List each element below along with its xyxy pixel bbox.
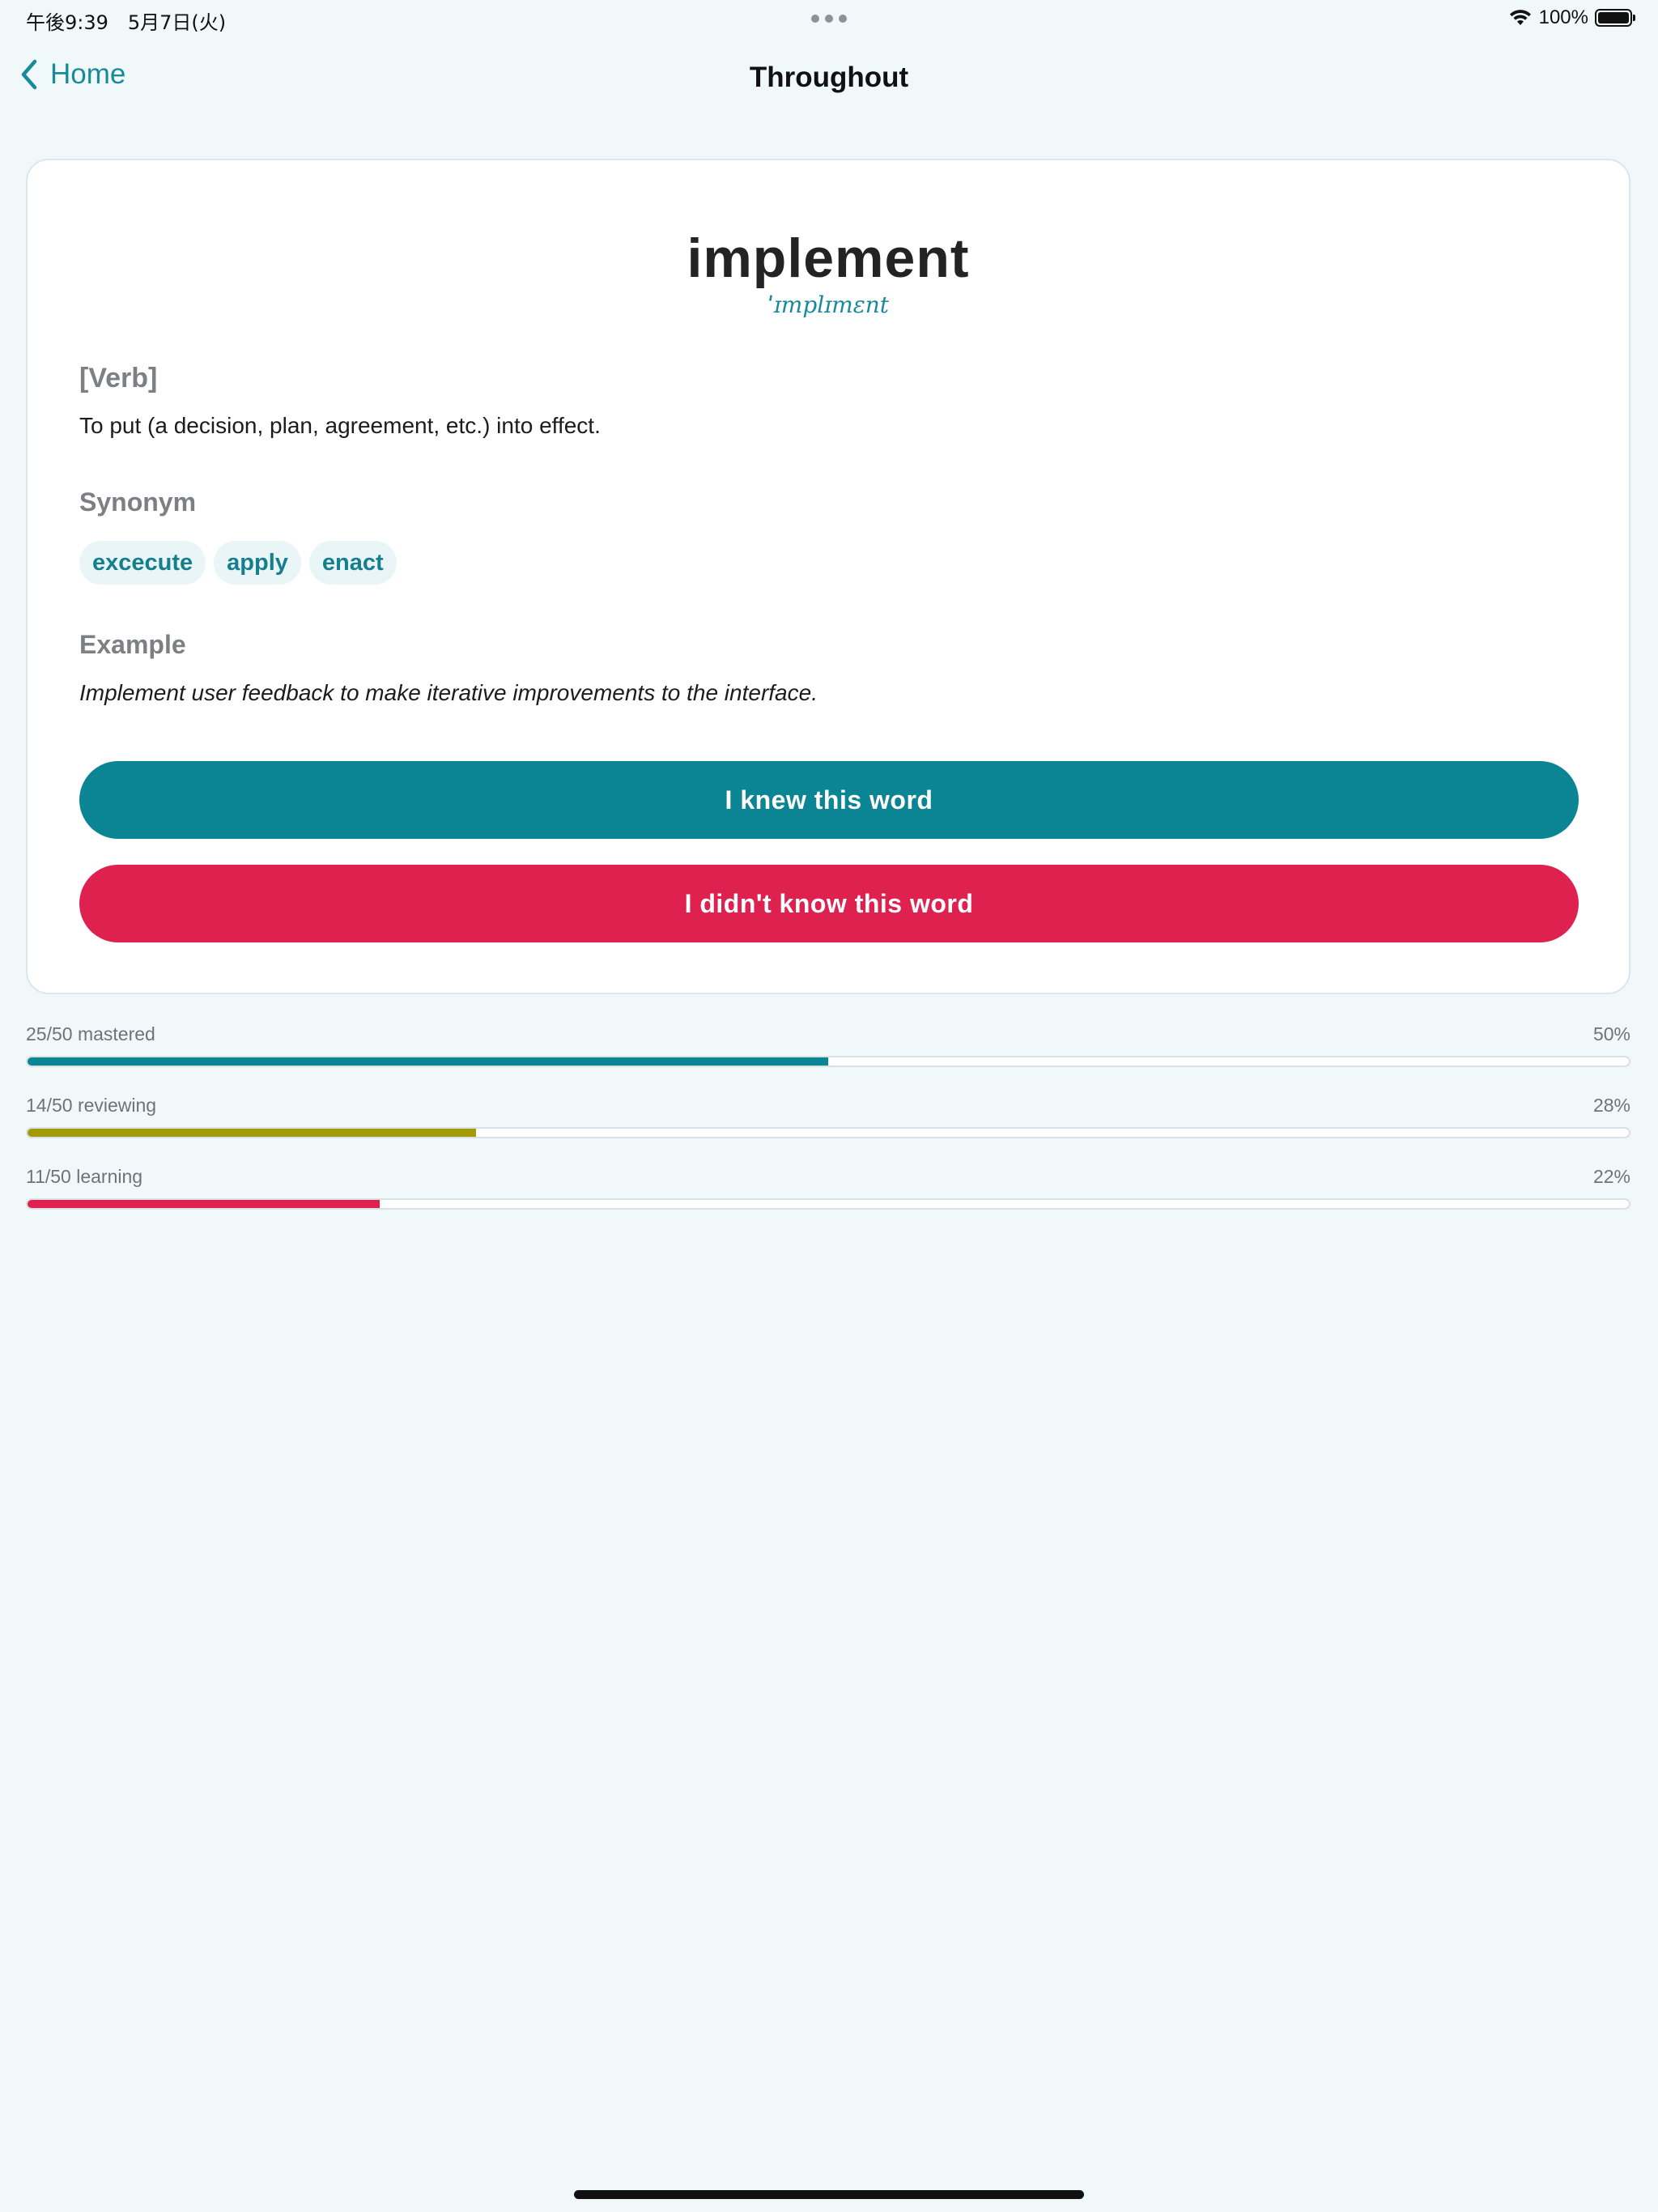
status-right: 100%	[1508, 6, 1635, 29]
status-time: 午後9:39 5月7日(火)	[26, 11, 227, 34]
progress-reviewing: 14/50 reviewing 28%	[26, 1093, 1630, 1138]
synonym-heading: Synonym	[79, 487, 197, 517]
progress-track	[26, 1127, 1630, 1138]
progress-percent: 28%	[1592, 1095, 1630, 1116]
progress-percent: 50%	[1592, 1023, 1630, 1044]
wifi-icon	[1509, 10, 1531, 25]
page-title: Throughout	[749, 62, 909, 93]
battery-icon	[1595, 9, 1635, 27]
synonym-chip[interactable]: excecute	[79, 541, 206, 585]
didnt-know-word-button[interactable]: I didn't know this word	[79, 865, 1579, 942]
status-bar: 午後9:39 5月7日(火) 100%	[0, 0, 1658, 40]
progress-label: 25/50 mastered	[26, 1023, 155, 1044]
example-heading: Example	[79, 630, 186, 659]
synonym-chips: excecute apply enact	[79, 541, 397, 585]
home-indicator[interactable]	[574, 2190, 1084, 2199]
multitasking-dots-icon[interactable]	[811, 15, 847, 23]
progress-track	[26, 1198, 1630, 1210]
definition-text: To put (a decision, plan, agreement, etc…	[79, 413, 601, 438]
progress-percent: 22%	[1592, 1166, 1630, 1187]
progress-mastered: 25/50 mastered 50%	[26, 1022, 1630, 1067]
battery-percent: 100%	[1538, 6, 1588, 28]
progress-learning: 11/50 learning 22%	[26, 1164, 1630, 1210]
progress-fill	[28, 1057, 828, 1066]
progress-fill	[28, 1200, 380, 1208]
synonym-chip[interactable]: enact	[308, 541, 397, 585]
progress-label: 11/50 learning	[26, 1166, 143, 1187]
progress-fill	[28, 1129, 476, 1137]
part-of-speech: [Verb]	[79, 363, 158, 393]
word-card: implement ˈɪmplɪmɛnt [Verb] To put (a de…	[26, 159, 1630, 994]
pronunciation: ˈɪmplɪmɛnt	[767, 291, 890, 318]
progress-track	[26, 1056, 1630, 1067]
knew-word-button[interactable]: I knew this word	[79, 761, 1579, 839]
word-title: implement	[687, 228, 970, 289]
progress-label: 14/50 reviewing	[26, 1095, 157, 1116]
synonym-chip[interactable]: apply	[214, 541, 301, 585]
example-text: Implement user feedback to make iterativ…	[79, 680, 818, 705]
